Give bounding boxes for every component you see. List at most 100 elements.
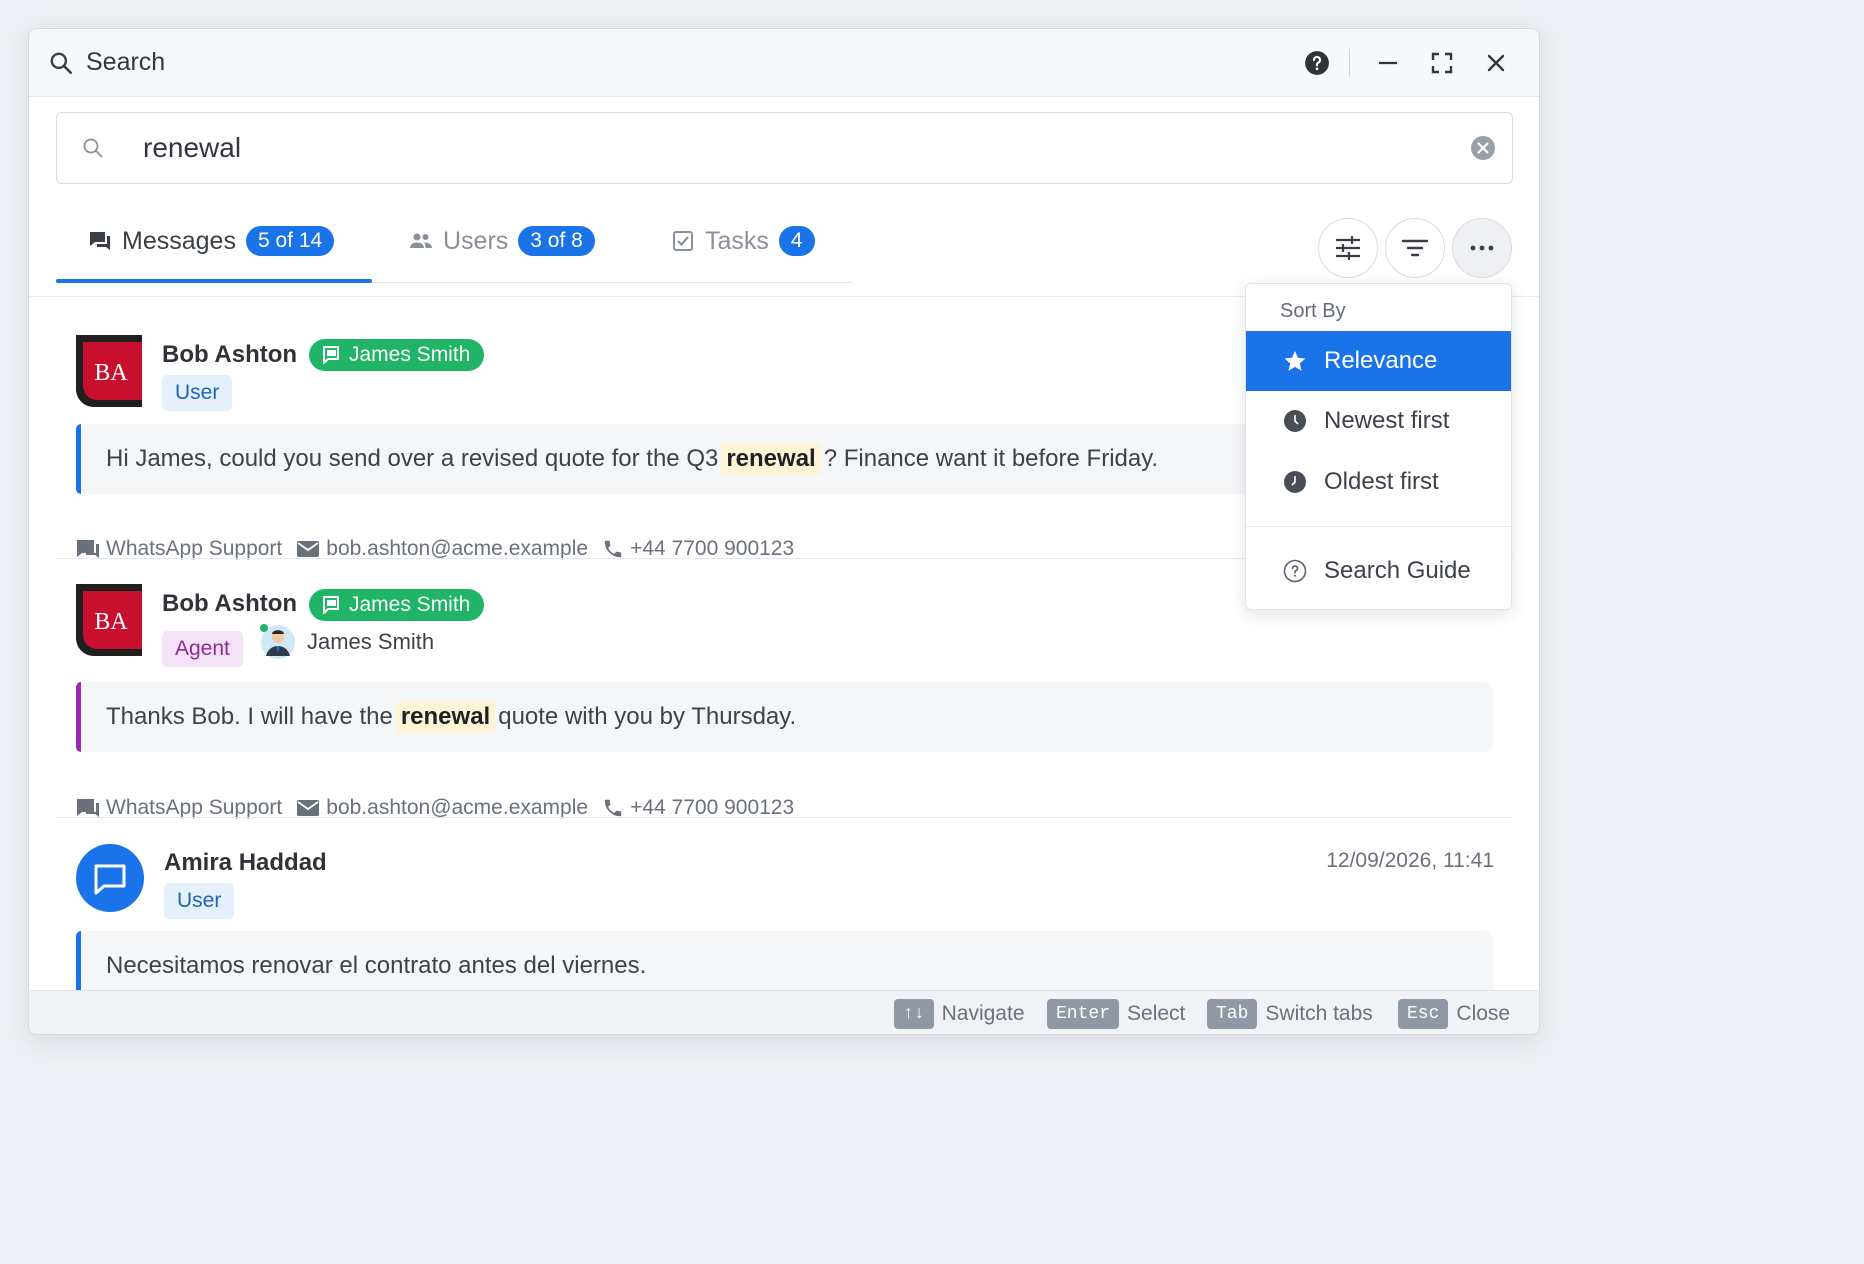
search-box (56, 112, 1513, 184)
hint-select: Enter Select (1047, 999, 1185, 1029)
phone-icon (604, 540, 622, 558)
clock-icon (1284, 410, 1306, 432)
hint-label: Close (1456, 1002, 1511, 1025)
key-cap: ↑↓ (894, 999, 934, 1029)
window-title: Search (86, 48, 166, 76)
avatar-initials: BA (94, 360, 128, 386)
agent-avatar (260, 624, 295, 659)
chip-label: James Smith (349, 343, 471, 366)
close-button[interactable] (1476, 43, 1516, 83)
sort-menu-header: Sort By (1280, 300, 1346, 322)
search-highlight: renewal (721, 443, 821, 475)
message-accent-bar (76, 682, 81, 752)
email-icon (297, 800, 320, 816)
message-text: Thanks Bob. I will have the (106, 703, 393, 730)
hint-navigate: ↑↓ Navigate (894, 999, 1025, 1029)
tab-count-badge: 4 (778, 226, 815, 256)
agent-name: James Smith (307, 629, 435, 654)
filter-icon (1401, 239, 1429, 257)
search-guide-label: Search Guide (1324, 557, 1471, 584)
clear-search-icon[interactable] (1470, 135, 1496, 161)
email-icon (297, 541, 320, 557)
hint-close: Esc Close (1398, 999, 1510, 1029)
message-text: quote with you by Thursday. (498, 703, 797, 730)
clock-icon (1284, 471, 1306, 493)
menu-divider (1246, 526, 1511, 527)
users-icon (410, 233, 432, 248)
contact-name: Amira Haddad (164, 849, 327, 876)
tab-users[interactable]: Users 3 of 8 (409, 199, 595, 283)
key-cap: Enter (1047, 999, 1120, 1029)
active-tab-indicator (56, 279, 372, 283)
sort-option-newest[interactable]: Newest first (1246, 391, 1511, 451)
more-options-button[interactable] (1452, 218, 1512, 278)
hint-switch-tabs: Tab Switch tabs (1207, 999, 1373, 1029)
messages-icon (90, 232, 110, 250)
search-guide-item[interactable]: Search Guide (1246, 541, 1511, 601)
tab-bar: Messages 5 of 14 Users 3 of 8 Tasks 4 (56, 199, 853, 283)
minimize-icon (1379, 61, 1397, 65)
message-text: ? Finance want it before Friday. (823, 445, 1159, 472)
avatar-initials: BA (94, 609, 128, 635)
hint-label: Navigate (941, 1002, 1025, 1025)
result-item[interactable]: BA Bob Ashton James Smith Agent James Sm… (56, 578, 1513, 819)
search-input[interactable] (143, 127, 1443, 169)
contact-name: Bob Ashton (162, 341, 298, 368)
star-icon (1284, 351, 1306, 371)
role-badge: User (164, 883, 235, 919)
close-icon (1487, 54, 1505, 72)
channel-chip[interactable]: James Smith (309, 589, 485, 621)
chat-icon (323, 346, 339, 364)
filter-button[interactable] (1385, 218, 1445, 278)
search-icon (83, 138, 103, 158)
search-highlight: renewal (395, 701, 496, 733)
hint-label: Select (1127, 1002, 1186, 1025)
title-bar: Search (29, 29, 1539, 97)
keyboard-hints-footer: ↑↓ Navigate Enter Select Tab Switch tabs Es… (29, 990, 1539, 1034)
search-window: Search Messages 5 of 14 (28, 28, 1540, 1035)
titlebar-divider (1349, 49, 1350, 77)
minimize-button[interactable] (1368, 43, 1408, 83)
sort-option-label: Oldest first (1324, 468, 1439, 495)
role-badge: User (162, 375, 233, 411)
fullscreen-button[interactable] (1422, 43, 1462, 83)
avatar: BA (76, 335, 142, 407)
chip-label: James Smith (349, 593, 471, 616)
message-text: Necesitamos renovar el contrato antes de… (106, 952, 647, 979)
more-horizontal-icon (1470, 245, 1494, 251)
result-divider (56, 817, 1513, 818)
message-timestamp: 12/09/2026, 11:41 (1326, 849, 1494, 872)
message-preview: Thanks Bob. I will have the renewal quot… (76, 682, 1493, 752)
tab-label: Messages (122, 226, 236, 255)
hint-label: Switch tabs (1265, 1002, 1373, 1025)
sort-option-label: Newest first (1324, 407, 1450, 434)
message-accent-bar (76, 424, 81, 494)
tab-label: Tasks (705, 226, 769, 255)
tab-count-badge: 5 of 14 (245, 226, 335, 256)
tab-messages[interactable]: Messages 5 of 14 (88, 199, 335, 283)
checkbox-icon (673, 231, 693, 251)
tab-count-badge: 3 of 8 (518, 226, 595, 256)
advanced-filters-button[interactable] (1318, 218, 1378, 278)
chat-avatar-icon (76, 844, 144, 912)
sliders-icon (1336, 236, 1360, 260)
chat-icon (77, 540, 99, 558)
tab-tasks[interactable]: Tasks 4 (671, 199, 815, 283)
chat-icon (77, 799, 99, 817)
search-icon (50, 52, 73, 75)
contact-name: Bob Ashton (162, 590, 298, 617)
result-item[interactable]: Amira Haddad 12/09/2026, 11:41 User Nece… (56, 839, 1513, 1001)
tab-label: Users (443, 226, 509, 255)
message-text: Hi James, could you send over a revised … (106, 445, 719, 472)
phone-icon (604, 799, 622, 817)
channel-chip[interactable]: James Smith (309, 339, 485, 371)
key-cap: Esc (1398, 999, 1449, 1029)
avatar: BA (76, 584, 142, 656)
help-circle-icon (1283, 559, 1307, 583)
key-cap: Tab (1207, 999, 1258, 1029)
sort-option-label: Relevance (1324, 347, 1438, 374)
role-badge: Agent (162, 631, 243, 667)
sort-option-oldest[interactable]: Oldest first (1246, 452, 1511, 512)
help-button[interactable] (1297, 43, 1337, 83)
sort-option-relevance[interactable]: Relevance (1246, 331, 1511, 391)
